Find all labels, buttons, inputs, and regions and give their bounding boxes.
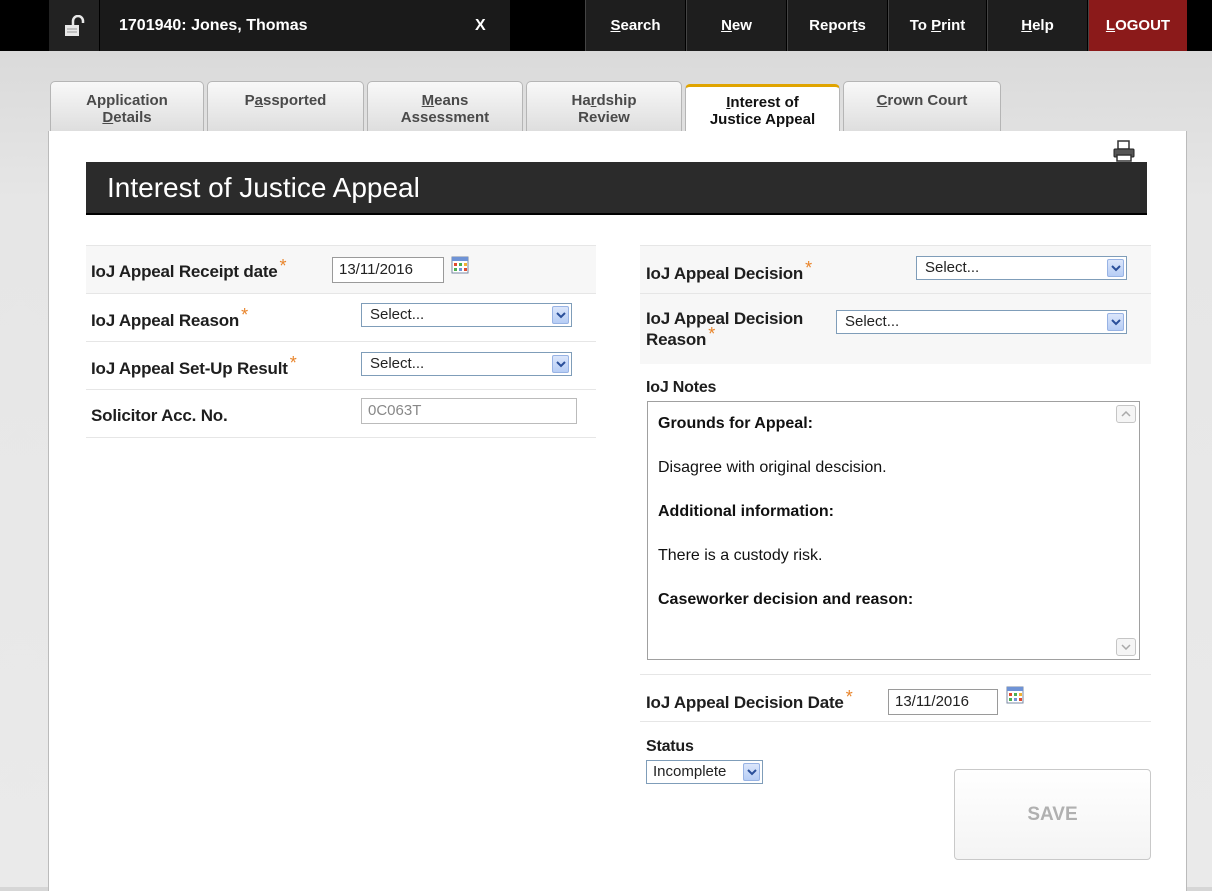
decision-label: IoJ Appeal Decision * — [646, 258, 812, 283]
setup-result-label: IoJ Appeal Set-Up Result * — [91, 353, 297, 378]
tab-crown-court[interactable]: Crown Court — [843, 81, 1001, 131]
nav-to-print-label: To Print — [909, 17, 966, 34]
top-bar: 1701940: Jones, Thomas X Search New Repo… — [0, 0, 1212, 51]
notes-heading-additional: Additional information: — [658, 503, 834, 520]
calendar-icon[interactable] — [451, 256, 469, 274]
required-marker: * — [279, 256, 287, 276]
required-marker: * — [289, 353, 297, 373]
notes-text-grounds: Disagree with original descision. — [658, 459, 887, 476]
nav-search-label: Search — [610, 17, 661, 34]
nav-to-print[interactable]: To Print — [888, 0, 986, 51]
tab-label-line2: Review — [578, 109, 630, 126]
required-marker: * — [845, 687, 853, 707]
tab-label-line2: Assessment — [400, 109, 490, 126]
lock-button[interactable] — [49, 0, 99, 51]
notes-heading-caseworker: Caseworker decision and reason: — [658, 591, 914, 608]
solicitor-label: Solicitor Acc. No. — [91, 406, 228, 425]
tab-application-details[interactable]: Application Details — [50, 81, 204, 131]
notes-content: Grounds for Appeal: Disagree with origin… — [658, 414, 913, 634]
tab-interest-of-justice-appeal[interactable]: Interest of Justice Appeal — [685, 84, 840, 132]
decision-reason-select[interactable]: Select... — [836, 310, 1127, 334]
tab-label-line2: Justice Appeal — [709, 111, 816, 128]
notes-text-additional: There is a custody risk. — [658, 547, 823, 564]
logout-label: LOGOUT — [1105, 17, 1171, 34]
tab-label-line1: Application — [86, 92, 168, 109]
tab-label-line2: Details — [102, 109, 152, 126]
nav-reports-label: Reports — [809, 17, 866, 34]
chevron-down-icon — [552, 306, 569, 324]
chevron-down-icon — [1107, 259, 1124, 277]
chevron-down-icon — [743, 763, 760, 781]
nav-search[interactable]: Search — [585, 0, 685, 51]
nav-new[interactable]: New — [686, 0, 786, 51]
logout-button[interactable]: LOGOUT — [1088, 0, 1187, 51]
tab-hardship-review[interactable]: Hardship Review — [526, 81, 682, 131]
scroll-down-icon[interactable] — [1116, 638, 1136, 656]
required-marker: * — [241, 305, 248, 325]
reason-label: IoJ Appeal Reason * — [91, 305, 248, 330]
tab-label: Crown Court — [876, 92, 968, 109]
tab-means-assessment[interactable]: Means Assessment — [367, 81, 523, 131]
printer-icon[interactable] — [1112, 139, 1136, 163]
record-title: 1701940: Jones, Thomas — [119, 16, 308, 34]
status-select-value: Incomplete — [653, 763, 727, 780]
tab-label-line1: Hardship — [571, 92, 637, 109]
tab-passported[interactable]: Passported — [207, 81, 364, 131]
nav-help-label: Help — [1021, 17, 1054, 34]
solicitor-input[interactable]: 0C063T — [361, 398, 577, 424]
chevron-down-icon — [1107, 313, 1124, 331]
required-marker: * — [805, 258, 812, 278]
decision-select-value: Select... — [925, 259, 980, 276]
notes-textarea[interactable]: Grounds for Appeal: Disagree with origin… — [647, 401, 1140, 660]
decision-reason-select-value: Select... — [845, 313, 900, 330]
nav-new-label: New — [721, 17, 752, 34]
tab-label-line1: Interest of — [726, 94, 799, 111]
setup-result-select[interactable]: Select... — [361, 352, 572, 376]
page-title: Interest of Justice Appeal — [86, 162, 1147, 215]
setup-result-select-value: Select... — [370, 355, 425, 372]
tab-label: Passported — [244, 92, 327, 109]
receipt-date-input[interactable]: 13/11/2016 — [332, 257, 444, 283]
status-label: Status — [646, 738, 694, 755]
chevron-down-icon — [552, 355, 569, 373]
save-button[interactable]: SAVE — [954, 769, 1151, 860]
decision-date-label: IoJ Appeal Decision Date * — [646, 687, 853, 712]
notes-label: IoJ Notes — [646, 379, 717, 396]
current-record: 1701940: Jones, Thomas X — [100, 0, 510, 51]
notes-heading-grounds: Grounds for Appeal: — [658, 415, 813, 432]
receipt-date-label: IoJ Appeal Receipt date * — [91, 256, 287, 281]
close-record-button[interactable]: X — [475, 17, 486, 35]
decision-select[interactable]: Select... — [916, 256, 1127, 280]
calendar-icon[interactable] — [1006, 686, 1024, 704]
decision-date-input[interactable]: 13/11/2016 — [888, 689, 998, 715]
unlock-icon — [65, 14, 85, 36]
status-select[interactable]: Incomplete — [646, 760, 763, 784]
reason-select-value: Select... — [370, 306, 425, 323]
required-marker: * — [708, 324, 716, 344]
tab-label-line1: Means — [421, 92, 469, 109]
notes-scrollbar[interactable] — [1113, 402, 1139, 659]
nav-help[interactable]: Help — [987, 0, 1087, 51]
reason-select[interactable]: Select... — [361, 303, 572, 327]
nav-reports[interactable]: Reports — [787, 0, 887, 51]
decision-reason-label: IoJ Appeal Decision Reason * — [646, 309, 804, 349]
scroll-up-icon[interactable] — [1116, 405, 1136, 423]
